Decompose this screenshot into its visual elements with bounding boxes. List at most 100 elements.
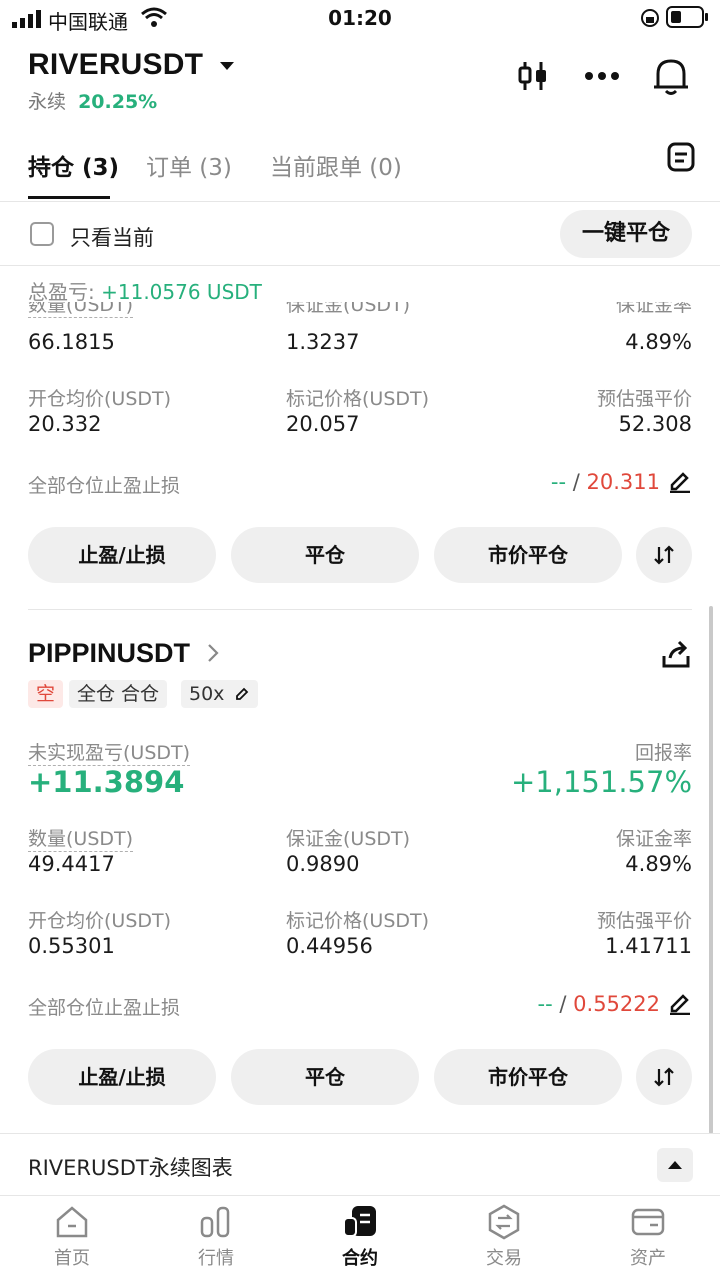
sl-value: 20.311: [586, 470, 660, 494]
tp-value: --: [537, 992, 553, 1016]
bottom-tab-bar: 首页 行情 合约 交易 资产: [0, 1195, 720, 1280]
entry-price-label: 开仓均价(USDT): [28, 910, 172, 932]
tpsl-separator: /: [572, 470, 580, 494]
margin-rate-label: 保证金率: [615, 828, 692, 850]
reverse-button[interactable]: [636, 1049, 692, 1105]
entry-price-value: 20.332: [28, 412, 102, 436]
tpsl-label: 全部仓位止盈止损: [28, 997, 181, 1019]
roe-label: 回报率: [634, 742, 692, 764]
tab-copy-trades[interactable]: 当前跟单 (0): [270, 148, 402, 182]
symbol-title: RIVERUSDT: [28, 48, 204, 81]
tab-label: 首页: [54, 1248, 90, 1269]
mark-price-value: 20.057: [286, 412, 360, 436]
contract-subline: 永续 20.25%: [28, 87, 157, 114]
margin-value: 1.3237: [286, 330, 360, 354]
upnl-label[interactable]: 未实现盈亏(USDT): [28, 738, 191, 766]
margin-label: 保证金(USDT): [286, 302, 411, 316]
tpsl-button[interactable]: 止盈/止损: [28, 1049, 216, 1105]
margin-value: 0.9890: [286, 852, 360, 876]
rotation-lock-icon: [641, 9, 659, 27]
tab-positions[interactable]: 持仓 (3): [28, 148, 119, 182]
total-pnl-label: 总盈亏:: [28, 280, 95, 304]
tpsl-separator: /: [559, 992, 567, 1016]
mark-price-label: 标记价格(USDT): [286, 388, 430, 410]
chart-drawer[interactable]: RIVERUSDT永续图表: [0, 1133, 720, 1195]
tab-home[interactable]: 首页: [0, 1196, 144, 1280]
swap-icon: [654, 545, 674, 565]
tab-assets[interactable]: 资产: [576, 1196, 720, 1280]
share-icon[interactable]: [660, 640, 692, 670]
liq-price-label: 预估强平价: [596, 388, 692, 410]
tpsl-values[interactable]: -- / 0.55222: [440, 992, 660, 1016]
tp-value: --: [550, 470, 567, 494]
margin-label: 保证金(USDT): [286, 828, 411, 850]
tpsl-button[interactable]: 止盈/止损: [28, 527, 216, 583]
chevron-right-icon[interactable]: [206, 643, 220, 663]
position-card-1: 总盈亏: +11.0576 USDT 数量(USDT) 保证金(USDT) 保证…: [0, 266, 720, 606]
futures-icon: [343, 1206, 376, 1237]
market-close-button[interactable]: 市价平仓: [434, 527, 622, 583]
qty-value: 66.1815: [28, 330, 115, 354]
mark-price-label: 标记价格(USDT): [286, 910, 430, 932]
tab-futures[interactable]: 合约: [288, 1196, 432, 1280]
tab-orders[interactable]: 订单 (3): [146, 148, 232, 182]
tpsl-values[interactable]: -- / 20.311: [440, 470, 660, 494]
total-pnl: 总盈亏: +11.0576 USDT: [28, 276, 262, 305]
margin-rate-value: 4.89%: [625, 852, 692, 876]
qty-label[interactable]: 数量(USDT): [28, 824, 134, 852]
reverse-button[interactable]: [636, 527, 692, 583]
leverage-tag[interactable]: 50x: [181, 680, 259, 708]
leverage-value: 50x: [189, 683, 225, 705]
chart-expand-button[interactable]: [657, 1148, 693, 1182]
candlestick-icon[interactable]: [517, 60, 549, 92]
caret-down-icon: [219, 62, 234, 71]
mark-price-value: 0.44956: [286, 934, 373, 958]
scrollbar[interactable]: [709, 606, 713, 1134]
battery-icon: [666, 6, 708, 28]
entry-price-value: 0.55301: [28, 934, 115, 958]
side-tag: 空: [28, 680, 64, 708]
tab-trade[interactable]: 交易: [432, 1196, 576, 1280]
tab-label: 资产: [630, 1248, 666, 1269]
clipped-labels: 数量(USDT) 保证金(USDT) 保证金率: [0, 302, 720, 324]
qty-label[interactable]: 数量(USDT): [28, 302, 134, 318]
edit-icon: [236, 687, 249, 700]
edit-icon[interactable]: [668, 469, 692, 493]
wallet-icon: [631, 1208, 665, 1236]
only-current-label: 只看当前: [70, 226, 154, 250]
tab-label: 行情: [198, 1248, 234, 1269]
margin-mode-tag: 全仓 合仓: [69, 680, 168, 708]
close-button[interactable]: 平仓: [231, 1049, 419, 1105]
only-current-checkbox[interactable]: [30, 222, 54, 246]
order-history-icon[interactable]: [667, 142, 695, 172]
close-all-button[interactable]: 一键平仓: [560, 210, 692, 258]
roe-value: +1,151.57%: [511, 765, 692, 799]
tpsl-label: 全部仓位止盈止损: [28, 475, 181, 497]
liq-price-label: 预估强平价: [596, 910, 692, 932]
trade-icon: [488, 1204, 520, 1240]
chart-drawer-label: RIVERUSDT永续图表: [28, 1156, 233, 1180]
edit-icon[interactable]: [668, 991, 692, 1015]
position-tabs: 持仓 (3) 订单 (3) 当前跟单 (0): [0, 140, 720, 202]
margin-rate-value: 4.89%: [625, 330, 692, 354]
bell-icon[interactable]: [652, 56, 690, 98]
position-card-2: PIPPINUSDT 空 全仓 合仓 50x 未实现盈亏(USDT) 回报率 +…: [0, 610, 720, 1132]
liq-price-value: 52.308: [618, 412, 692, 436]
market-icon: [200, 1206, 230, 1238]
sl-value: 0.55222: [573, 992, 660, 1016]
symbol-selector[interactable]: RIVERUSDT: [28, 48, 236, 82]
tab-markets[interactable]: 行情: [144, 1196, 288, 1280]
entry-price-label: 开仓均价(USDT): [28, 388, 172, 410]
status-bar: 中国联通 01:20: [0, 0, 720, 40]
tab-active-indicator: [28, 196, 110, 199]
change-percent: 20.25%: [78, 91, 158, 113]
margin-rate-label: 保证金率: [615, 302, 692, 316]
caret-up-icon: [668, 1161, 682, 1169]
more-icon[interactable]: [584, 70, 620, 82]
market-close-button[interactable]: 市价平仓: [434, 1049, 622, 1105]
clock: 01:20: [328, 6, 392, 30]
tab-label: 交易: [486, 1248, 522, 1269]
position-symbol-link[interactable]: PIPPINUSDT: [28, 638, 190, 669]
total-pnl-value: +11.0576 USDT: [101, 280, 262, 304]
close-button[interactable]: 平仓: [231, 527, 419, 583]
